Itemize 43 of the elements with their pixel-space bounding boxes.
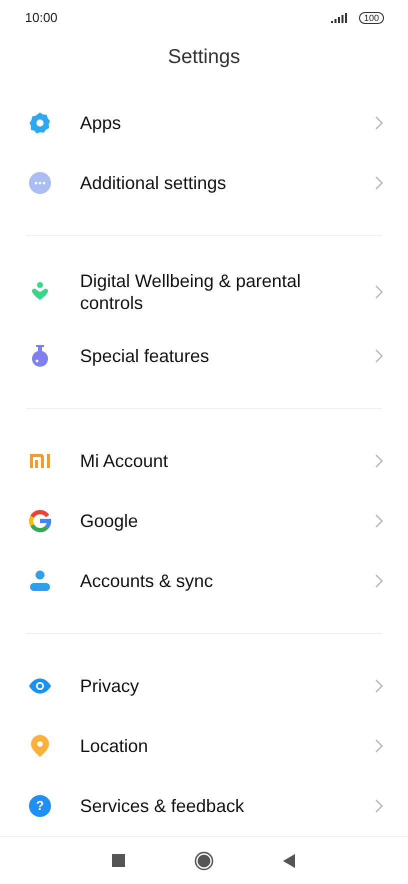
settings-item[interactable]: Mi Account [0, 431, 408, 492]
item-label: Accounts & sync [80, 570, 214, 592]
item-label: Mi Account [80, 450, 170, 472]
status-time: 10:00 [25, 10, 58, 26]
chevron-icon [374, 175, 384, 192]
g-logo-icon [28, 509, 52, 534]
item-label: Special features [80, 345, 210, 368]
page-title: Settings [166, 45, 242, 70]
settings-item[interactable]: Privacy [0, 656, 408, 716]
settings-item[interactable]: Apps [0, 93, 408, 154]
settings-item[interactable]: ? Services & feedback [0, 776, 408, 836]
settings-item[interactable]: Accounts & sync [0, 551, 408, 612]
item-label: Additional settings [80, 172, 228, 194]
chevron-icon [374, 573, 384, 590]
chevron-icon [374, 348, 384, 364]
more-icon [28, 171, 52, 196]
item-label: Digital Wellbeing & parental controls [80, 270, 302, 314]
recents-icon[interactable] [112, 854, 126, 868]
chevron-icon [374, 678, 384, 694]
settings-item[interactable]: Google [0, 491, 408, 552]
chevron-icon [374, 115, 384, 132]
chevron-icon [374, 513, 384, 530]
chevron-icon [374, 284, 384, 300]
settings-item[interactable]: Special features [0, 326, 408, 386]
chevron-icon [374, 738, 384, 754]
chevron-icon [374, 453, 384, 470]
signal-icon [330, 12, 347, 23]
item-label: Apps [80, 112, 122, 134]
item-label: Location [80, 735, 150, 758]
location-pin-icon [28, 734, 52, 758]
item-label: Google [80, 510, 140, 532]
home-icon[interactable] [194, 850, 214, 871]
chevron-icon [374, 798, 384, 814]
settings-item[interactable]: Location [0, 716, 408, 776]
help-icon: ? [29, 795, 51, 818]
person-icon [28, 569, 52, 594]
item-label: Services & feedback [80, 795, 246, 818]
settings-item[interactable]: Digital Wellbeing & parental controls [0, 258, 408, 326]
gear-icon [28, 111, 52, 136]
back-icon[interactable] [282, 854, 296, 868]
item-label: Privacy [80, 675, 140, 698]
battery-level: 100 [358, 12, 384, 24]
settings-item[interactable]: Additional settings [0, 153, 408, 214]
